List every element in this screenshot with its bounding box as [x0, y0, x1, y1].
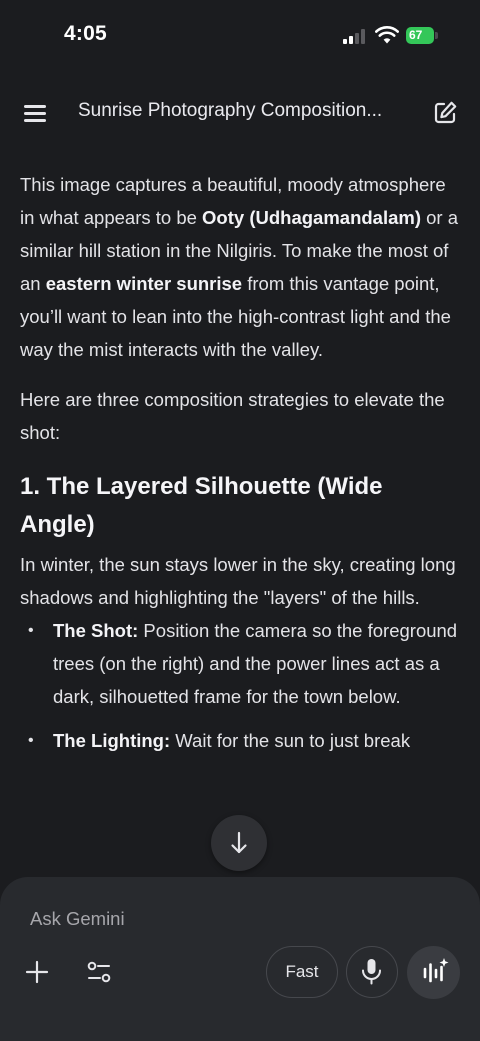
conversation-title[interactable]: Sunrise Photography Composition...: [78, 100, 408, 122]
edit-square-icon[interactable]: [430, 98, 460, 128]
response-content: This image captures a beautiful, moody a…: [20, 168, 460, 757]
bold-location: Ooty (Udhagamandalam): [202, 207, 421, 228]
wifi-icon: [375, 26, 399, 44]
app-header: Sunrise Photography Composition...: [0, 88, 480, 136]
hamburger-menu-icon[interactable]: [18, 96, 52, 130]
list-item: The Lighting: Wait for the sun to just b…: [20, 724, 460, 757]
section-intro: In winter, the sun stays lower in the sk…: [20, 554, 456, 608]
bullet-label: The Shot:: [53, 620, 139, 641]
response-paragraph: This image captures a beautiful, moody a…: [20, 174, 459, 360]
plus-icon[interactable]: [22, 957, 52, 987]
tools-sliders-icon[interactable]: [84, 957, 114, 987]
bullet-label: The Lighting:: [53, 730, 171, 751]
battery-level: 67: [406, 27, 434, 44]
status-time: 4:05: [64, 22, 107, 45]
battery-icon: 67: [406, 27, 438, 44]
scroll-down-button[interactable]: [211, 815, 267, 871]
cellular-signal-icon: [343, 29, 367, 44]
bold-sunrise: eastern winter sunrise: [45, 273, 243, 294]
input-panel: Fast: [0, 877, 480, 1041]
gemini-live-icon[interactable]: [407, 946, 460, 999]
ask-gemini-input[interactable]: [30, 905, 430, 933]
list-item: The Shot: Position the camera so the for…: [20, 614, 460, 713]
fast-mode-button[interactable]: Fast: [266, 946, 338, 998]
status-bar: 4:05 67: [0, 0, 480, 70]
bullet-list: The Shot: Position the camera so the for…: [20, 614, 460, 757]
section-heading: 1. The Layered Silhouette (Wide Angle): [20, 473, 383, 538]
arrow-down-icon: [231, 831, 247, 854]
response-paragraph: Here are three composition strategies to…: [20, 389, 445, 443]
microphone-icon[interactable]: [346, 946, 398, 998]
